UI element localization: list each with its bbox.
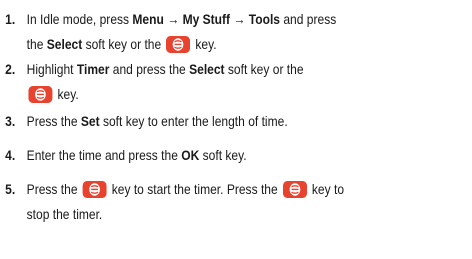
step-text: Highlight Timer and press the Select sof… — [27, 59, 470, 104]
ok-label: OK — [181, 147, 200, 163]
step-text: Enter the time and press the OK soft key… — [27, 145, 470, 165]
set-label: Set — [80, 113, 100, 129]
step-line: Press the key to start the timer. Press … — [26, 181, 345, 198]
step-line: Press the Set soft key to enter the leng… — [26, 113, 288, 129]
step-text: In Idle mode, press Menu → My Stuff → To… — [27, 9, 470, 54]
step-line: In Idle mode, press Menu → My Stuff → To… — [26, 11, 337, 27]
step-line: stop the timer. — [26, 206, 103, 222]
menu-label: Menu — [132, 11, 164, 27]
step-number: 2. — [5, 61, 16, 77]
step-number: 3. — [5, 113, 16, 129]
step-number: 1. — [5, 11, 16, 27]
step-number: 5. — [5, 181, 16, 197]
step-line: key. — [27, 84, 470, 104]
timer-label: Timer — [76, 61, 110, 77]
select-ok-key-icon — [28, 86, 53, 103]
step-number: 4. — [5, 147, 16, 163]
select-label: Select — [189, 61, 225, 77]
tools-label: Tools — [248, 11, 281, 27]
step-text: Press the key to start the timer. Press … — [27, 179, 470, 224]
step-text: Press the Set soft key to enter the leng… — [27, 111, 470, 131]
step-line: the Select soft key or the key. — [26, 36, 217, 53]
my-stuff-label: My Stuff — [182, 11, 231, 27]
step-line: Highlight Timer and press the Select sof… — [26, 61, 304, 77]
select-label: Select — [46, 36, 83, 52]
select-ok-key-icon — [166, 36, 191, 53]
step-line: Enter the time and press the OK soft key… — [26, 147, 247, 163]
select-ok-key-icon — [282, 181, 307, 198]
select-ok-key-icon — [82, 181, 107, 198]
